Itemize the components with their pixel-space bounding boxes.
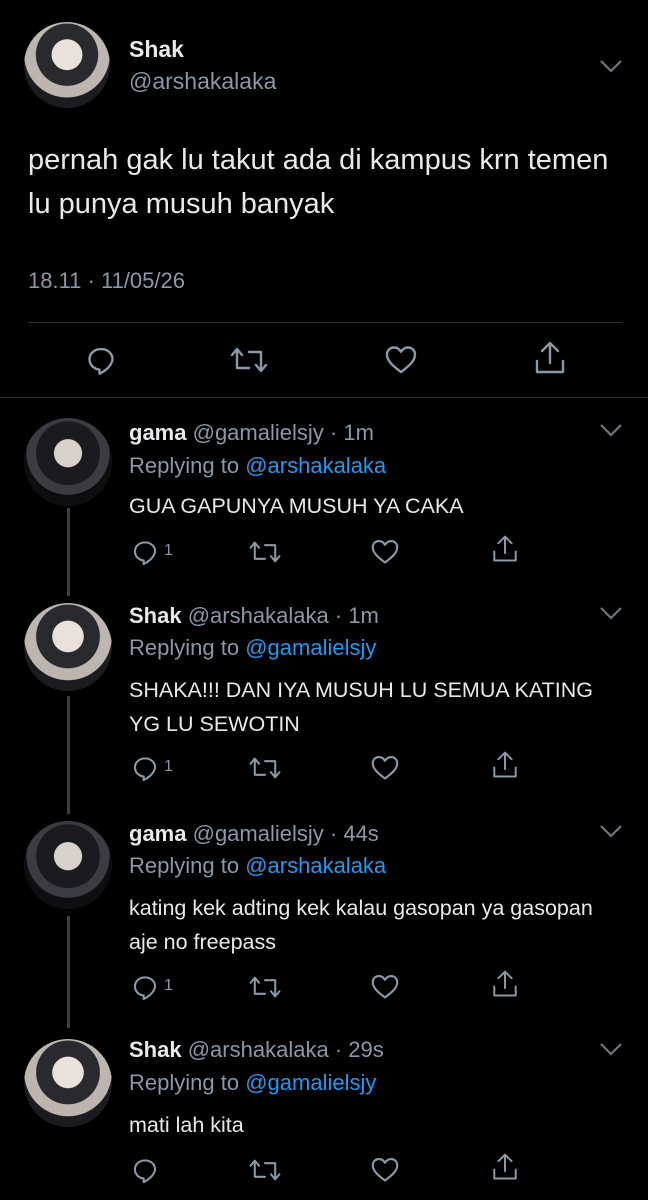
reply-text: kating kek adting kek kalau gasopan ya g… <box>129 896 593 954</box>
reply-header: gama @gamalielsjy · 44s <box>129 821 379 847</box>
tweet-text: pernah gak lu takut ada di kampus krn te… <box>28 144 609 220</box>
share-icon[interactable] <box>533 340 567 376</box>
divider <box>0 397 648 398</box>
reply-tweet[interactable]: Shak @arshakalaka · 29s Replying to @gam… <box>0 1031 648 1200</box>
reply-author-name[interactable]: gama <box>129 821 186 846</box>
reply-header: Shak @arshakalaka · 29s <box>129 1037 384 1063</box>
replying-to: Replying to @arshakalaka <box>129 453 387 478</box>
chevron-down-icon[interactable] <box>598 1041 624 1057</box>
chevron-down-icon[interactable] <box>598 58 624 74</box>
reply-header: gama @gamalielsjy · 1m <box>129 420 374 446</box>
share-icon[interactable] <box>491 750 519 780</box>
reply-tweet[interactable]: gama @gamalielsjy · 1m Replying to @arsh… <box>0 400 648 595</box>
retweet-icon[interactable] <box>248 754 282 782</box>
reply-avatar[interactable] <box>24 418 112 506</box>
retweet-icon[interactable] <box>229 344 269 376</box>
share-icon[interactable] <box>491 1152 519 1182</box>
retweet-icon[interactable] <box>248 1156 282 1184</box>
reply-time: · 44s <box>329 821 379 846</box>
reply-icon[interactable] <box>131 1156 159 1184</box>
divider <box>28 322 622 323</box>
reply-count: 1 <box>164 977 173 994</box>
like-icon[interactable] <box>370 973 400 1001</box>
retweet-icon[interactable] <box>248 973 282 1001</box>
reply-icon[interactable] <box>131 754 159 782</box>
reply-author-handle[interactable]: @gamalielsjy <box>193 420 324 445</box>
like-icon[interactable] <box>384 344 418 376</box>
author-avatar[interactable] <box>24 22 110 108</box>
reply-tweet[interactable]: Shak @arshakalaka · 1m Replying to @gama… <box>0 595 648 813</box>
replying-to: Replying to @gamalielsjy <box>129 1070 377 1095</box>
reply-author-name[interactable]: gama <box>129 420 186 445</box>
chevron-down-icon[interactable] <box>598 422 624 438</box>
reply-tweet[interactable]: gama @gamalielsjy · 44s Replying to @ars… <box>0 813 648 1031</box>
reply-icon[interactable] <box>85 344 117 376</box>
replying-to-link[interactable]: @gamalielsjy <box>245 635 376 660</box>
share-icon[interactable] <box>491 534 519 564</box>
like-icon[interactable] <box>370 1156 400 1184</box>
reply-avatar[interactable] <box>24 1039 112 1127</box>
reply-avatar[interactable] <box>24 603 112 691</box>
reply-icon[interactable] <box>131 538 159 566</box>
reply-text: SHAKA!!! DAN IYA MUSUH LU SEMUA KATING Y… <box>129 678 593 736</box>
reply-time: · 1m <box>329 420 374 445</box>
reply-time: · 1m <box>334 603 379 628</box>
like-icon[interactable] <box>370 538 400 566</box>
reply-count: 1 <box>164 542 173 559</box>
main-tweet: Shak @arshakalaka pernah gak lu takut ad… <box>0 0 648 400</box>
reply-author-handle[interactable]: @gamalielsjy <box>193 821 324 846</box>
reply-author-name[interactable]: Shak <box>129 603 182 628</box>
tweet-timestamp: 18.11 · 11/05/26 <box>28 268 185 293</box>
reply-avatar[interactable] <box>24 821 112 909</box>
reply-header: Shak @arshakalaka · 1m <box>129 603 379 629</box>
like-icon[interactable] <box>370 754 400 782</box>
reply-author-handle[interactable]: @arshakalaka <box>188 603 329 628</box>
reply-text: mati lah kita <box>129 1113 244 1137</box>
reply-text: GUA GAPUNYA MUSUH YA CAKA <box>129 494 464 518</box>
chevron-down-icon[interactable] <box>598 823 624 839</box>
replying-to: Replying to @gamalielsjy <box>129 635 377 660</box>
reply-author-handle[interactable]: @arshakalaka <box>188 1037 329 1062</box>
reply-author-name[interactable]: Shak <box>129 1037 182 1062</box>
reply-count: 1 <box>164 758 173 775</box>
replying-to-link[interactable]: @gamalielsjy <box>245 1070 376 1095</box>
author-handle[interactable]: @arshakalaka <box>129 68 276 95</box>
retweet-icon[interactable] <box>248 538 282 566</box>
chevron-down-icon[interactable] <box>598 605 624 621</box>
replying-to-link[interactable]: @arshakalaka <box>245 453 386 478</box>
replying-to: Replying to @arshakalaka <box>129 853 387 878</box>
replying-to-link[interactable]: @arshakalaka <box>245 853 386 878</box>
share-icon[interactable] <box>491 969 519 999</box>
reply-icon[interactable] <box>131 973 159 1001</box>
reply-time: · 29s <box>334 1037 384 1062</box>
author-name[interactable]: Shak <box>129 36 184 63</box>
